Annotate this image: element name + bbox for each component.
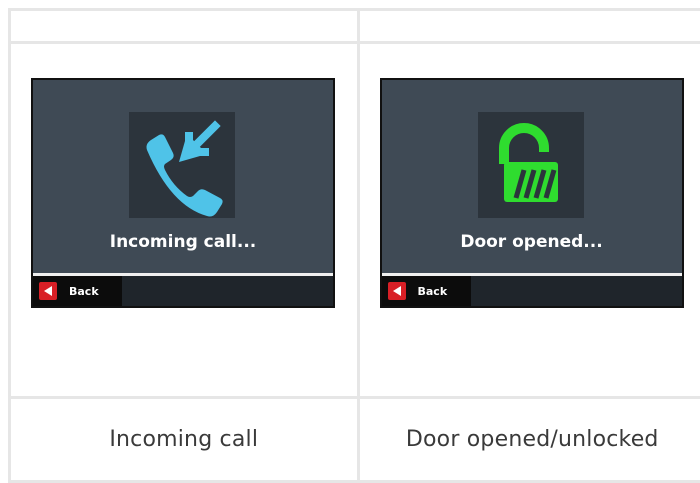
device-screen-incoming-call: Incoming call... Back xyxy=(31,78,335,308)
back-label: Back xyxy=(418,285,448,298)
unlocked-padlock-icon xyxy=(478,112,584,218)
incoming-call-icon xyxy=(129,112,235,218)
caption-incoming-call: Incoming call xyxy=(109,427,258,452)
caption-door-opened: Door opened/unlocked xyxy=(406,427,659,452)
status-message: Door opened... xyxy=(382,232,682,252)
caption-row: Incoming call Door opened/unlocked xyxy=(10,398,700,482)
back-button[interactable]: Back xyxy=(382,276,471,306)
header-cell-left xyxy=(10,10,359,43)
table-header-row xyxy=(10,10,700,43)
docs-table: Incoming call... Back xyxy=(8,8,700,483)
bottom-bar: Back xyxy=(382,276,682,306)
screenshot-cell-incoming: Incoming call... Back xyxy=(10,43,359,398)
caption-cell-door: Door opened/unlocked xyxy=(358,398,700,482)
caption-cell-incoming: Incoming call xyxy=(10,398,359,482)
back-button[interactable]: Back xyxy=(33,276,122,306)
icon-tile xyxy=(478,112,584,218)
back-arrow-icon xyxy=(388,282,406,300)
icon-tile xyxy=(129,112,235,218)
screenshot-row: Incoming call... Back xyxy=(10,43,700,398)
bottom-bar: Back xyxy=(33,276,333,306)
device-screen-door-opened: Door opened... Back xyxy=(380,78,684,308)
screenshot-cell-door: Door opened... Back xyxy=(358,43,700,398)
back-arrow-icon xyxy=(39,282,57,300)
back-label: Back xyxy=(69,285,99,298)
status-message: Incoming call... xyxy=(33,232,333,252)
header-cell-right xyxy=(358,10,700,43)
